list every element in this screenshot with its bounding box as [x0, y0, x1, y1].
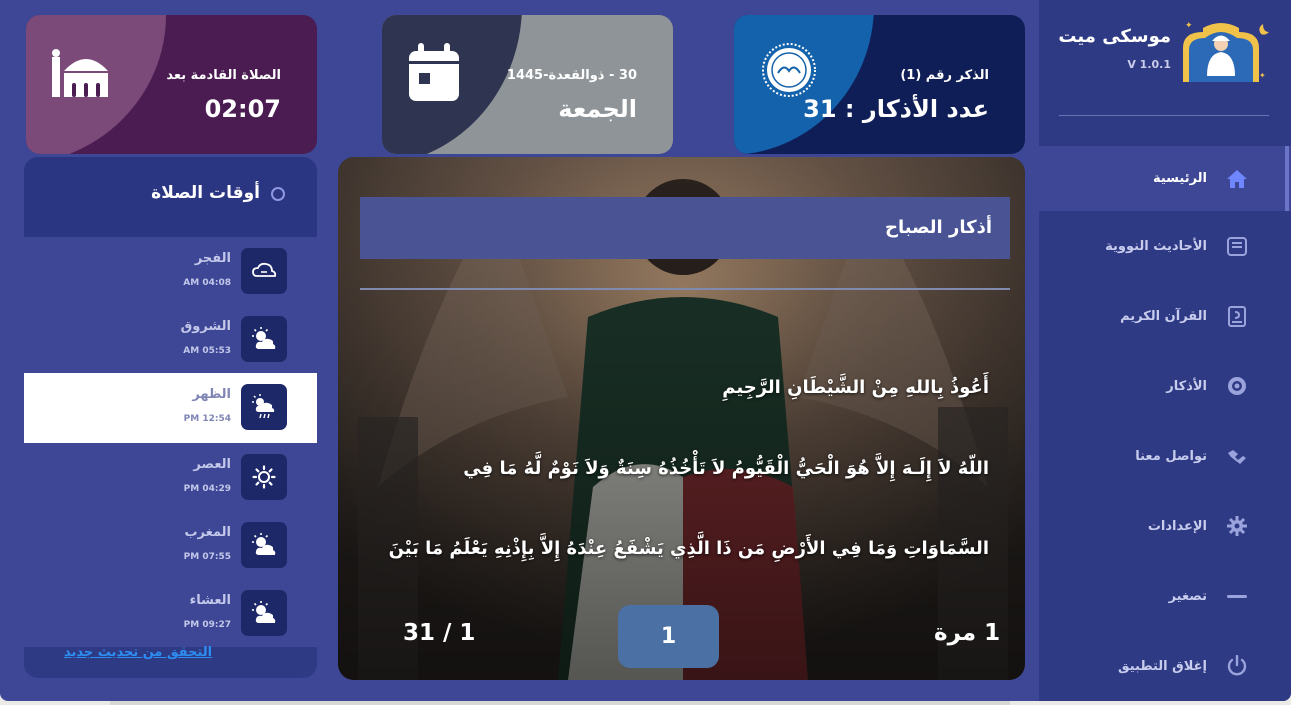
prayer-list: الفجر AM 04:08 الشروق AM 05:53 الظهر PM … — [24, 237, 317, 647]
prayer-time: PM 07:55 — [183, 552, 231, 562]
svg-text:✦: ✦ — [1185, 21, 1193, 31]
sidebar-item-label: الأحاديث النووية — [1105, 238, 1207, 254]
sidebar-item-quran[interactable]: القرآن الكريم — [1039, 281, 1291, 351]
sidebar-item-contact[interactable]: تواصل معنا — [1039, 421, 1291, 491]
hijri-date: 30 - ذوالقعدة-1445 — [506, 68, 637, 83]
sidebar-item-home[interactable]: الرئيسية — [1039, 146, 1291, 211]
sidebar-item-label: القرآن الكريم — [1120, 308, 1207, 324]
dhikr-text-line: أَعُوذُ بِاللهِ مِنْ الشَّيْطَانِ الرَّج… — [722, 377, 989, 398]
sidebar-item-settings[interactable]: الإعدادات — [1039, 491, 1291, 561]
sidebar-item-label: الإعدادات — [1147, 518, 1207, 534]
prayer-name: الشروق — [180, 319, 231, 334]
calendar-icon — [409, 43, 459, 101]
hadith-book-icon — [1227, 237, 1247, 256]
prayer-times-panel: أوقات الصلاة الفجر AM 04:08 الشروق AM 05… — [24, 157, 317, 678]
sun-cloud-icon — [241, 316, 287, 362]
minimize-icon — [1227, 595, 1247, 598]
date-card: 30 - ذوالقعدة-1445 الجمعة — [382, 15, 673, 154]
azkar-title-bar: أذكار الصباح — [360, 197, 1010, 259]
repeat-count: 1 مرة — [934, 620, 1001, 646]
sidebar-item-label: الرئيسية — [1152, 171, 1207, 186]
prayer-name: العصر — [193, 457, 231, 472]
prayer-row-isha[interactable]: العشاء PM 09:27 — [24, 579, 317, 647]
svg-text:✦: ✦ — [1259, 71, 1266, 80]
sidebar-item-label: الأذكار — [1166, 378, 1207, 394]
dhikr-progress: 31 / 1 — [403, 620, 476, 646]
sidebar-divider — [1059, 115, 1269, 116]
prayer-row-shuruq[interactable]: الشروق AM 05:53 — [24, 305, 317, 373]
prayer-name: المغرب — [184, 525, 231, 540]
dhikr-text-line: اللّهُ لاَ إِلَـهَ إِلاَّ هُوَ الْحَيُّ … — [463, 458, 989, 479]
azkar-icon — [1228, 377, 1246, 395]
sun-icon — [241, 454, 287, 500]
azkar-title: أذكار الصباح — [884, 217, 992, 238]
prayer-row-asr[interactable]: العصر PM 04:29 — [24, 443, 317, 511]
sidebar-item-label: إغلاق التطبيق — [1118, 658, 1207, 674]
prayer-row-fajr[interactable]: الفجر AM 04:08 — [24, 237, 317, 305]
sun-rain-icon — [241, 384, 287, 430]
prayer-time: PM 12:54 — [183, 414, 231, 424]
gear-icon — [1227, 516, 1247, 536]
prayer-time: AM 05:53 — [183, 346, 231, 356]
app-logo: ✦ ✦ — [1183, 21, 1269, 82]
power-icon — [1227, 655, 1247, 676]
next-prayer-countdown: 02:07 — [204, 95, 281, 123]
next-prayer-title: الصلاة القادمة بعد — [166, 68, 281, 83]
sidebar-item-hadith[interactable]: الأحاديث النووية — [1039, 211, 1291, 281]
weekday: الجمعة — [558, 95, 637, 123]
prayer-name: الفجر — [194, 251, 231, 266]
window-bottom-edge — [110, 701, 1010, 705]
sidebar-item-minimize[interactable]: تصغير — [1039, 561, 1291, 631]
prayer-time: PM 09:27 — [183, 620, 231, 630]
sun-cloud-icon — [241, 590, 287, 636]
quran-book-icon — [1228, 306, 1246, 327]
mosque-icon — [52, 49, 108, 97]
prayer-time: PM 04:29 — [183, 484, 231, 494]
sidebar-nav: الرئيسية الأحاديث النووية القرآن الكريم … — [1039, 146, 1291, 701]
sidebar-item-label: تواصل معنا — [1135, 448, 1207, 464]
next-prayer-card: الصلاة القادمة بعد 02:07 — [26, 15, 317, 154]
azkar-panel: أذكار الصباح أَعُوذُ بِاللهِ مِنْ الشَّي… — [338, 157, 1025, 680]
sidebar-item-azkar[interactable]: الأذكار — [1039, 351, 1291, 421]
dhikr-text-line: السَّمَاوَاتِ وَمَا فِي الأَرْضِ مَن ذَا… — [388, 538, 989, 559]
check-update-link[interactable]: التحقق من تحديث جديد — [64, 645, 212, 660]
sun-cloud-icon — [241, 522, 287, 568]
prayer-name: العشاء — [189, 593, 231, 608]
prayer-time: AM 04:08 — [183, 278, 231, 288]
prayer-name: الظهر — [192, 387, 231, 402]
sidebar-item-close-app[interactable]: إغلاق التطبيق — [1039, 631, 1291, 701]
cloud-moon-icon — [241, 248, 287, 294]
prayer-times-header: أوقات الصلاة — [24, 157, 317, 237]
dhikr-total: عدد الأذكار : 31 — [803, 95, 989, 123]
prayer-times-title: أوقات الصلاة — [151, 183, 260, 203]
sidebar: موسكى ميت V 1.0.1 ✦ ✦ الرئيسية الأحاديث … — [1039, 0, 1291, 701]
app-version: V 1.0.1 — [1127, 58, 1171, 71]
dhikr-count-card: الذكر رقم (1) عدد الأذكار : 31 — [734, 15, 1025, 154]
app-window: الصلاة القادمة بعد 02:07 30 - ذوالقعدة-1… — [0, 0, 1291, 701]
divider — [360, 288, 1010, 290]
prayer-row-maghrib[interactable]: المغرب PM 07:55 — [24, 511, 317, 579]
home-icon — [1227, 169, 1247, 188]
dhikr-number: الذكر رقم (1) — [900, 68, 989, 83]
status-ring-icon — [271, 187, 285, 201]
active-indicator — [1285, 146, 1289, 211]
sidebar-item-label: تصغير — [1168, 588, 1207, 604]
app-name: موسكى ميت — [1058, 26, 1171, 47]
handshake-icon — [1228, 450, 1246, 464]
counter-button[interactable]: 1 — [618, 605, 719, 668]
sunnah-seal-icon — [762, 43, 816, 97]
prayer-row-dhuhr[interactable]: الظهر PM 12:54 — [24, 373, 317, 443]
